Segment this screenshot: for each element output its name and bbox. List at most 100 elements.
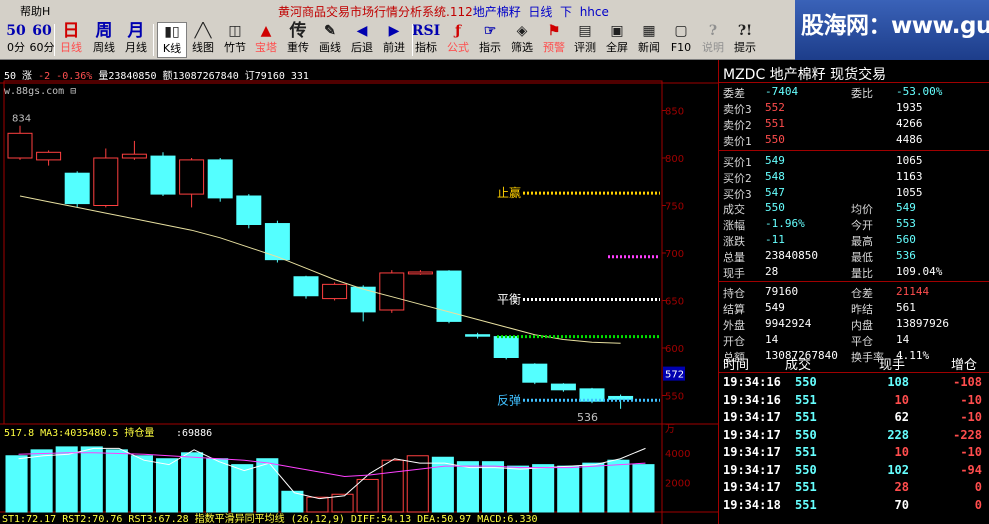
quote-value: 1055 (896, 186, 923, 199)
volume-bar (431, 456, 454, 513)
collapse-icon[interactable]: ⊟ (70, 86, 76, 97)
indicator-button[interactable]: RSI 指标 (411, 22, 441, 58)
quote-divider (719, 281, 989, 282)
alert-button[interactable]: ⚑ 预警 (539, 22, 569, 58)
forward-button[interactable]: ▶ 前进 (379, 22, 409, 58)
tick-price: 551 (795, 497, 817, 512)
monthly-button[interactable]: 月月线 (121, 22, 151, 58)
draw-line-button[interactable]: ✎ 画线 (315, 22, 345, 58)
title-code: 112 (449, 5, 473, 19)
volume-bar (306, 496, 329, 513)
tower-button[interactable]: ▲ 宝塔 (251, 22, 281, 58)
f10-icon: ▢ (674, 23, 688, 39)
quote-label: 开仓 (723, 335, 745, 348)
quote-row: 卖价2 551 4266 (719, 116, 989, 132)
news-button[interactable]: ▦ 新闻 (634, 22, 664, 58)
formula-icon: ƒ (454, 23, 462, 39)
quote-divider (719, 150, 989, 151)
menu-help[interactable]: 帮助H (20, 3, 50, 19)
bamboo-button[interactable]: ◫ 竹节 (220, 22, 250, 58)
volume-bar (5, 455, 28, 513)
indicate-icon: ☞ (483, 23, 497, 39)
filter-icon: ◈ (516, 23, 528, 39)
quote-label: 现手 (723, 267, 745, 280)
quote-value: 109.04% (896, 265, 943, 278)
tick-vol: 70 (894, 497, 909, 512)
window-title: 黄河商品交易市场行情分析系统.112地产棉籽 日线 下 hhce (278, 3, 609, 20)
watermark-text: 股海网：www.guhai.com (801, 13, 989, 39)
quote-label: 最低 (851, 251, 873, 264)
tick-row: 19:34:17 551 62 -10 (719, 409, 989, 426)
quote-value: -1.96% (765, 217, 805, 230)
tick-row: 19:34:17 550 228 -228 (719, 427, 989, 444)
chart-panel[interactable]: 550 600 650 700 750 800 850 止赢 平衡 反弹 834 536 572 517.… (0, 60, 718, 524)
toolbar-separator (153, 24, 154, 56)
back-button[interactable]: ◀ 后退 (347, 22, 377, 58)
bamboo-icon: ◫ (228, 23, 242, 39)
tick-vol: 10 (894, 392, 909, 407)
kline-button[interactable]: ▮▯ K线 (157, 22, 187, 58)
filter-button[interactable]: ◈ 筛选 (507, 22, 537, 58)
daily-button[interactable]: 日日线 (56, 22, 86, 58)
quote-value: 548 (765, 170, 785, 183)
volume-bar (206, 458, 229, 513)
candle-body (36, 151, 62, 161)
toolbar-label: K线 (162, 42, 182, 55)
price-tick-label: 600 (665, 344, 684, 355)
quote-row: 开仓 14 平仓 14 (719, 332, 989, 348)
fullscreen-button[interactable]: ▣ 全屏 (602, 22, 632, 58)
quote-row: 委差 -7404 委比 -53.00% (719, 84, 989, 100)
quote-label: 卖价3 (723, 103, 752, 116)
formula-button[interactable]: ƒ 公式 (443, 22, 473, 58)
evaluate-button[interactable]: ▤ 评测 (570, 22, 600, 58)
info-pct: -0.36% (56, 71, 93, 82)
f10-button[interactable]: ▢ F10 (666, 22, 696, 58)
toolbar-separator (54, 24, 55, 56)
level-label: 反弹 (497, 393, 521, 407)
title-text: 黄河商品交易市场行情分析系统. (278, 5, 450, 19)
volume-bar (456, 461, 479, 513)
alert-icon: ⚑ (547, 23, 561, 39)
watermark-banner: 股海网：www.guhai.com (795, 0, 989, 60)
tick-price: 550 (795, 375, 817, 389)
quote-row: 买价1 549 1065 (719, 153, 989, 169)
quote-divider (719, 82, 989, 83)
weekly-button[interactable]: 周周线 (89, 22, 119, 58)
quote-value: 23840850 (765, 249, 818, 262)
volume-bar (80, 446, 103, 513)
quote-value: 561 (896, 301, 916, 314)
back-icon: ◀ (356, 23, 368, 39)
candle-body (493, 336, 519, 359)
tick-time: 19:34:18 (723, 497, 781, 512)
news-icon: ▦ (642, 23, 656, 39)
60min-button[interactable]: 60 60分 (27, 22, 57, 58)
help-doc-button[interactable]: ? 说明 (698, 22, 728, 58)
high-price-label: 834 (12, 114, 31, 125)
candle-body (550, 383, 576, 391)
toolbar-label: 公式 (447, 41, 469, 54)
volume-bar (231, 464, 254, 513)
tick-price: 550 (795, 462, 817, 477)
daily-icon: 日 (62, 21, 80, 41)
quote-label: 内盘 (851, 319, 873, 332)
level-label: 平衡 (497, 293, 521, 307)
volume-bar (181, 452, 204, 513)
draw-line-icon: ✎ (324, 23, 336, 39)
quote-value: 549 (765, 154, 785, 167)
tick-row: 19:34:16 551 10 -10 (719, 392, 989, 409)
tick-row: 19:34:17 550 102 -94 (719, 462, 989, 479)
toolbar-label: 说明 (702, 41, 724, 54)
tips-button[interactable]: ?! 提示 (730, 22, 760, 58)
quote-label: 均价 (851, 203, 873, 216)
volume-tick-label: 4000 (665, 449, 690, 460)
toolbar-label: 评测 (574, 41, 596, 54)
retransmit-button[interactable]: 传重传 (283, 22, 313, 58)
toolbar-label: 全屏 (606, 41, 628, 54)
quote-value: -11 (765, 233, 785, 246)
indicate-button[interactable]: ☞ 指示 (475, 22, 505, 58)
line-chart-button[interactable]: ╱╲ 线图 (188, 22, 218, 58)
tick-time: 19:34:17 (723, 410, 781, 424)
tick-divider (719, 372, 989, 373)
title-symbol: 地产棉籽 (472, 5, 521, 19)
tick-vol: 28 (894, 480, 909, 494)
